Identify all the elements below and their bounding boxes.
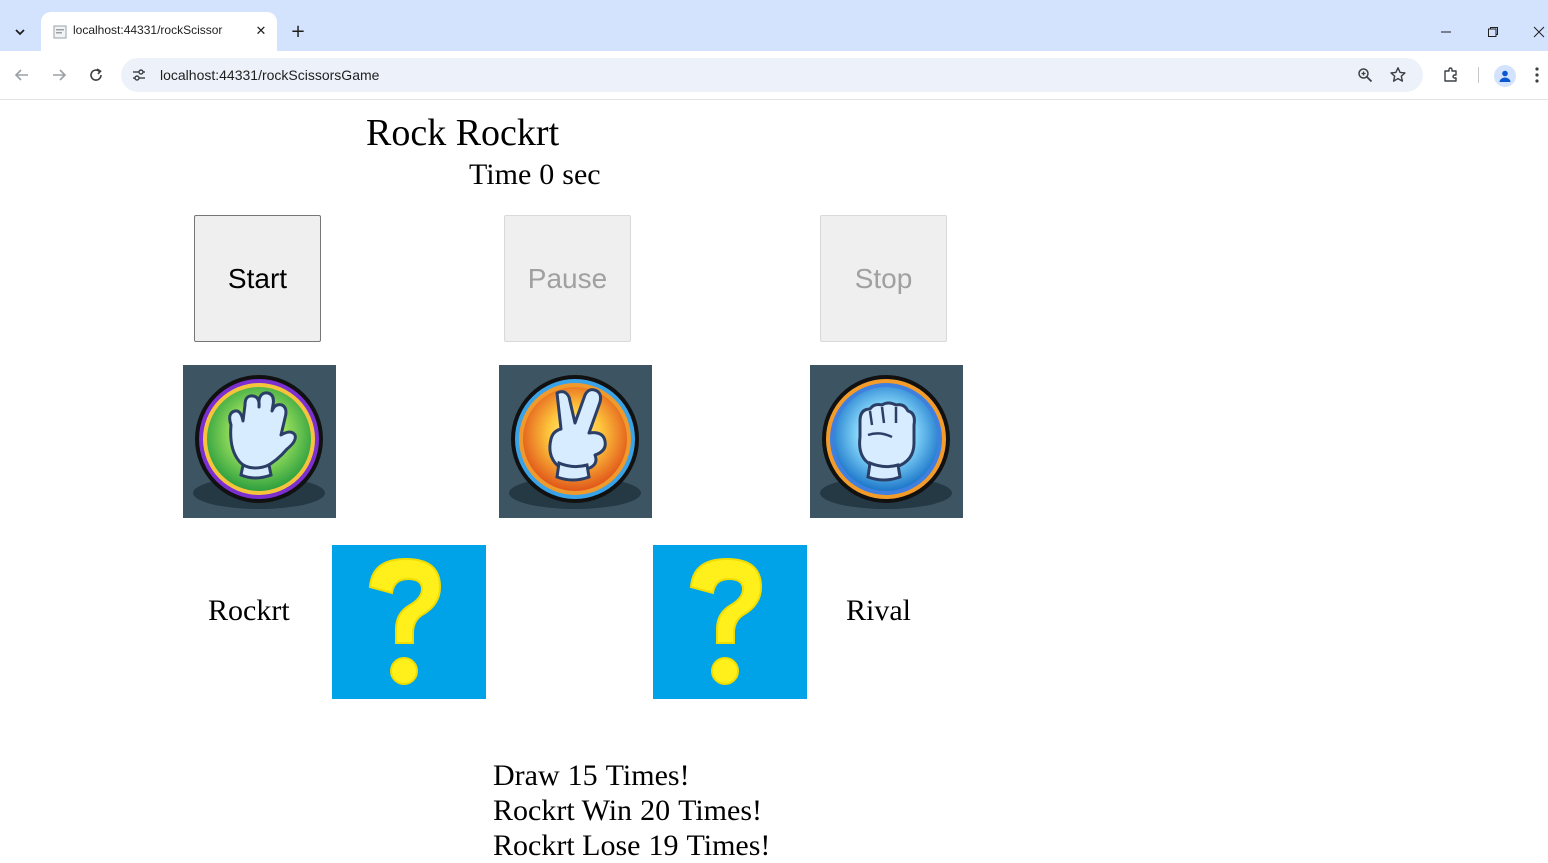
- toolbar-divider: [1478, 67, 1479, 83]
- timer: Time 0 sec: [469, 160, 601, 190]
- pause-button[interactable]: Pause: [504, 215, 631, 342]
- back-icon[interactable]: [10, 63, 34, 87]
- result-prefix: Rockrt Win: [493, 794, 633, 827]
- result-suffix: Times!: [686, 829, 771, 862]
- close-icon[interactable]: ✕: [251, 21, 271, 41]
- result-draw: Draw 15 Times!: [493, 758, 770, 793]
- minimize-icon[interactable]: [1434, 20, 1458, 44]
- address-bar[interactable]: localhost:44331/rockScissorsGame: [121, 58, 1423, 92]
- paper-button[interactable]: [183, 365, 336, 518]
- close-window-icon[interactable]: [1527, 20, 1548, 44]
- favicon-icon: [53, 25, 67, 39]
- rock-hand-icon: [820, 375, 952, 509]
- timer-prefix: Time: [469, 158, 532, 191]
- profile-icon[interactable]: [1494, 65, 1516, 87]
- player-choice: [332, 545, 486, 699]
- tab-title: localhost:44331/rockScissorsGame: [73, 23, 223, 37]
- question-mark-icon: [368, 557, 442, 685]
- result-count: 20: [640, 794, 671, 827]
- results: Draw 15 Times! Rockrt Win 20 Times! Rockrt L…: [493, 758, 770, 863]
- stop-button[interactable]: Stop: [820, 215, 947, 342]
- reload-icon[interactable]: [84, 63, 108, 87]
- scissors-hand-icon: [509, 375, 641, 509]
- game-title: Rock Rockrt: [366, 112, 560, 154]
- bookmark-star-icon[interactable]: [1388, 65, 1408, 85]
- result-suffix: Times!: [605, 759, 690, 792]
- result-count: 15: [567, 759, 598, 792]
- tab-search-icon[interactable]: [8, 20, 32, 44]
- player-label: Rockrt: [208, 594, 290, 627]
- plus-icon[interactable]: +: [287, 20, 309, 42]
- rival-choice: [653, 545, 807, 699]
- start-button[interactable]: Start: [194, 215, 321, 342]
- result-count: 19: [648, 829, 679, 862]
- url-text[interactable]: localhost:44331/rockScissorsGame: [160, 67, 379, 83]
- browser-tab[interactable]: localhost:44331/rockScissorsGame ✕: [41, 12, 277, 51]
- forward-icon[interactable]: [47, 63, 71, 87]
- tab-strip: localhost:44331/rockScissorsGame ✕ +: [0, 0, 1548, 51]
- result-prefix: Rockrt Lose: [493, 829, 641, 862]
- browser-toolbar: localhost:44331/rockScissorsGame: [0, 51, 1548, 100]
- scissors-button[interactable]: [499, 365, 652, 518]
- timer-unit: sec: [562, 158, 601, 191]
- restore-icon[interactable]: [1481, 20, 1505, 44]
- result-win: Rockrt Win 20 Times!: [493, 793, 770, 828]
- result-lose: Rockrt Lose 19 Times!: [493, 828, 770, 863]
- question-mark-icon: [689, 557, 763, 685]
- rock-button[interactable]: [810, 365, 963, 518]
- timer-seconds: 0: [539, 158, 555, 191]
- menu-icon[interactable]: [1528, 64, 1546, 86]
- result-suffix: Times!: [678, 794, 762, 827]
- zoom-icon[interactable]: [1355, 65, 1375, 85]
- extensions-icon[interactable]: [1440, 64, 1462, 86]
- paper-hand-icon: [193, 375, 325, 509]
- result-prefix: Draw: [493, 759, 560, 792]
- rival-label: Rival: [846, 594, 911, 627]
- site-info-icon[interactable]: [131, 67, 147, 83]
